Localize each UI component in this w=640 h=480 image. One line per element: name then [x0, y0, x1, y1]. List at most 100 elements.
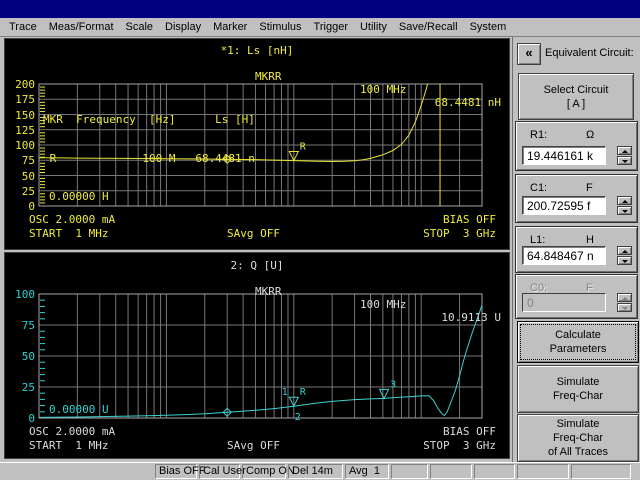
- svg-text:R: R: [300, 387, 307, 398]
- analyzer-screen: Trace 1 - E4991A RF Impedance/Material A…: [0, 0, 640, 480]
- y-tick-label: 25: [21, 184, 35, 198]
- field-unit: Ω: [586, 129, 595, 141]
- field-label: R1:: [530, 129, 548, 141]
- trace2-marker-readout: MKRR 100 MHz 10.9113 U: [5, 272, 509, 324]
- collapse-sidebar-button[interactable]: «: [517, 43, 541, 65]
- status-avg-1: Avg 1: [345, 464, 389, 479]
- button-label: Calculate: [555, 329, 601, 341]
- menu-bar: Trace Meas/Format Scale Display Marker Stimul…: [0, 18, 640, 37]
- field-group-l1: L1: H: [515, 226, 638, 273]
- button-label: Parameters: [549, 343, 607, 355]
- field-spinner: [617, 293, 632, 312]
- stop-frequency: STOP 3 GHz: [423, 227, 496, 240]
- reference-value: 0.00000 H: [49, 190, 109, 203]
- equivalent-circuit-sidebar: « Equivalent Circuit: Select Circuit[ A …: [512, 37, 640, 462]
- select-circuit-label: Select Circuit: [543, 83, 609, 96]
- sidebar-title: Equivalent Circuit:: [545, 47, 634, 59]
- select-circuit-button[interactable]: Select Circuit[ A ]: [518, 73, 634, 120]
- button-label: Freq-Char: [552, 432, 604, 444]
- status-empty-cell: [571, 464, 631, 479]
- status-cal-user: Cal User: [199, 464, 246, 479]
- menu-meas-format[interactable]: Meas/Format: [43, 21, 120, 33]
- marker-table-header: MKR Frequency [Hz] Ls [H]: [43, 113, 255, 126]
- status-bar: Bias OFF Cal User Comp ON Del 14m Avg 1: [0, 462, 640, 480]
- spin-up-button[interactable]: [617, 246, 632, 255]
- start-frequency: START 1 MHz: [29, 439, 109, 452]
- y-tick-label: 100: [15, 139, 35, 152]
- field-spinner: [617, 246, 632, 265]
- spin-down-button[interactable]: [617, 303, 632, 312]
- marker-name: MKRR: [255, 285, 282, 298]
- trace1-title: *1: Ls [nH]: [220, 44, 294, 57]
- menu-utility[interactable]: Utility: [354, 21, 393, 33]
- field-unit: H: [586, 234, 594, 246]
- y-tick-label: 175: [15, 93, 35, 107]
- marker-frequency: 100 MHz: [360, 83, 407, 96]
- calculate-parameters-button[interactable]: Calculate Parameters: [517, 321, 639, 363]
- select-circuit-label: [ A ]: [566, 97, 586, 110]
- field-input-r1[interactable]: [522, 146, 606, 165]
- menu-system[interactable]: System: [464, 21, 513, 33]
- spin-down-button[interactable]: [617, 256, 632, 265]
- spin-down-button[interactable]: [617, 156, 632, 165]
- spin-up-button[interactable]: [617, 196, 632, 205]
- spin-up-button[interactable]: [617, 293, 632, 302]
- marker-value: 68.4481 nH: [434, 96, 501, 109]
- y-tick-label: 50: [21, 169, 35, 183]
- trace2-window: R 1 2 3 2: Q [U] MKRR 100 MHz 10.9113 U 0.0…: [4, 252, 510, 459]
- field-group-r1: R1: Ω: [515, 121, 638, 171]
- spin-up-button[interactable]: [617, 146, 632, 155]
- stop-frequency: STOP 3 GHz: [423, 439, 496, 452]
- marker-value: 10.9113 U: [441, 311, 501, 324]
- trace1-window: R *1: Ls [nH] MKRR 100 MHz 68.4481 nH MK…: [4, 38, 510, 250]
- spin-down-button[interactable]: [617, 206, 632, 215]
- bias-status: BIAS OFF: [443, 213, 496, 226]
- status-bias-off: Bias OFF: [155, 464, 205, 479]
- field-spinner: [617, 196, 632, 215]
- y-tick-label: 25: [21, 381, 35, 394]
- field-group-c0: C0: F: [515, 274, 638, 319]
- field-group-c1: C1: F: [515, 174, 638, 223]
- trace1-marker-table: MKR Frequency [Hz] Ls [H] R 100 M 68.448…: [43, 87, 255, 191]
- svg-text:R: R: [300, 142, 307, 153]
- y-tick-label: 0: [28, 412, 35, 425]
- y-tick-label: 200: [15, 78, 35, 91]
- button-label: of All Traces: [548, 446, 608, 458]
- y-tick-label: 150: [15, 108, 35, 122]
- status-comp-on: Comp ON: [242, 464, 295, 479]
- menu-scale[interactable]: Scale: [120, 21, 160, 33]
- y-tick-label: 100: [15, 288, 35, 301]
- marker-table-row: R 100 M 68.4481 n: [43, 152, 255, 165]
- status-del-14m: Del 14m: [288, 464, 343, 479]
- menu-trigger[interactable]: Trigger: [308, 21, 354, 33]
- sweep-average-status: SAvg OFF: [227, 439, 280, 452]
- field-input-c1[interactable]: [522, 196, 606, 215]
- menu-marker[interactable]: Marker: [207, 21, 253, 33]
- svg-text:1: 1: [282, 387, 288, 398]
- osc-level: OSC 2.0000 mA: [29, 425, 116, 438]
- trace2-title: 2: Q [U]: [230, 259, 284, 272]
- field-input-l1[interactable]: [522, 246, 606, 265]
- status-empty-cell: [430, 464, 472, 479]
- simulate-freq-char-button[interactable]: Simulate Freq-Char: [517, 365, 639, 413]
- field-label: C1:: [530, 182, 548, 194]
- field-input-c0[interactable]: [522, 293, 606, 312]
- y-tick-label: 0: [28, 200, 35, 213]
- field-unit: F: [586, 182, 593, 194]
- osc-level: OSC 2.0000 mA: [29, 213, 116, 226]
- y-tick-label: 125: [15, 123, 35, 137]
- sweep-average-status: SAvg OFF: [227, 227, 280, 240]
- field-spinner: [617, 146, 632, 165]
- menu-display[interactable]: Display: [159, 21, 207, 33]
- menu-save-recall[interactable]: Save/Recall: [393, 21, 464, 33]
- y-tick-label: 75: [21, 319, 35, 332]
- status-empty-cell: [391, 464, 428, 479]
- menu-stimulus[interactable]: Stimulus: [253, 21, 307, 33]
- status-empty-cell: [517, 464, 569, 479]
- simulate-freq-char-of-all-traces-button[interactable]: Simulate Freq-Char of All Traces: [517, 414, 639, 462]
- marker-frequency: 100 MHz: [360, 298, 407, 311]
- start-frequency: START 1 MHz: [29, 227, 109, 240]
- y-tick-label: 75: [21, 154, 35, 168]
- menu-trace[interactable]: Trace: [3, 21, 43, 33]
- marker-name: MKRR: [255, 70, 282, 83]
